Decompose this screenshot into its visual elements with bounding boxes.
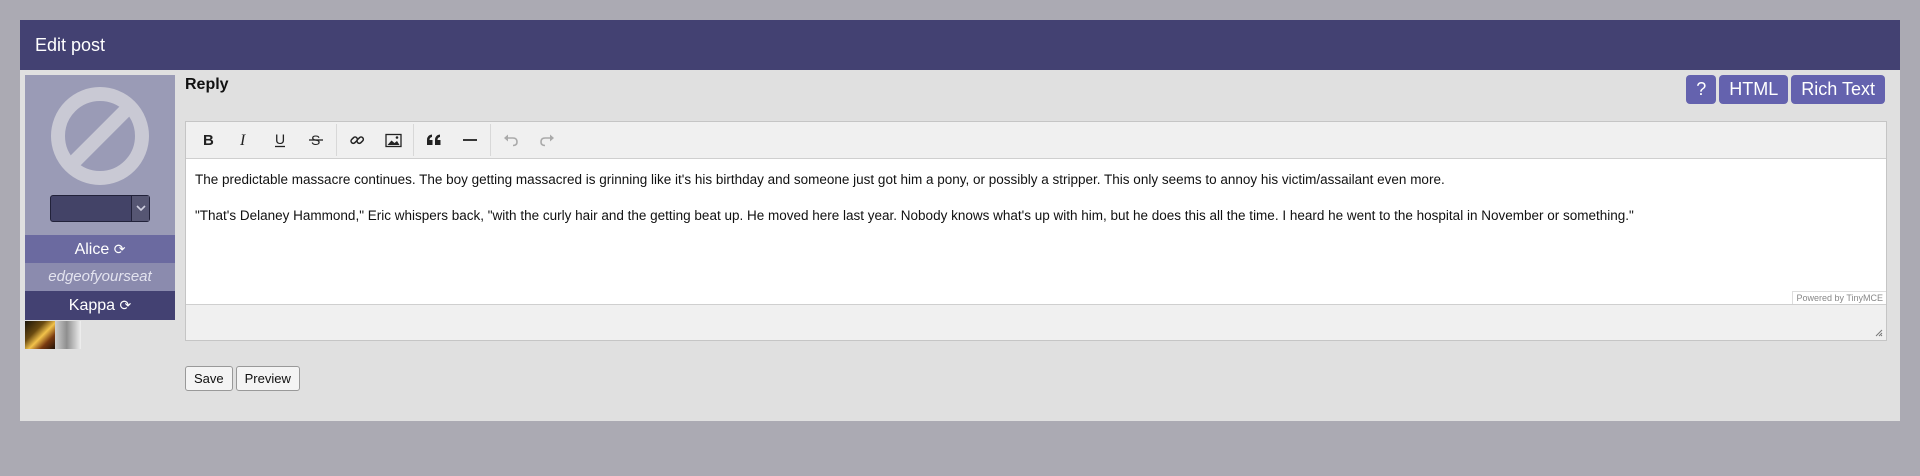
gallery-thumbnails	[25, 321, 175, 349]
group-row: Kappa ⟳	[25, 291, 175, 320]
editor-paragraph: The predictable massacre continues. The …	[195, 172, 1445, 187]
help-button[interactable]: ?	[1686, 75, 1717, 104]
redo-button[interactable]	[529, 123, 565, 157]
blockquote-button[interactable]	[416, 123, 452, 157]
underline-button[interactable]: U	[262, 123, 298, 157]
reply-editor-area: Reply ? HTML Rich Text B I U S The predi…	[185, 75, 1887, 391]
no-avatar-icon	[51, 87, 149, 185]
username[interactable]: edgeofyourseat	[25, 263, 175, 291]
panel-title: Edit post	[20, 20, 1900, 70]
gallery-thumbnail[interactable]	[55, 321, 81, 349]
preview-button[interactable]: Preview	[235, 366, 300, 391]
strikethrough-icon: S	[309, 132, 323, 148]
bold-icon: B	[203, 132, 214, 148]
group-name[interactable]: Kappa	[69, 297, 115, 314]
editor-content[interactable]: The predictable massacre continues. The …	[186, 159, 1886, 304]
editor-paragraph: "That's Delaney Hammond," Eric whispers …	[195, 208, 1634, 223]
toolbar-divider	[490, 124, 491, 156]
link-icon	[350, 136, 365, 145]
underline-icon: U	[275, 132, 285, 148]
italic-icon: I	[239, 132, 246, 148]
reply-heading: Reply	[185, 76, 229, 93]
horizontal-rule-button[interactable]	[452, 123, 488, 157]
editor-statusbar	[186, 304, 1886, 340]
save-button[interactable]: Save	[185, 366, 233, 391]
refresh-icon[interactable]: ⟳	[119, 291, 131, 320]
undo-button[interactable]	[493, 123, 529, 157]
resize-handle-icon[interactable]	[1875, 329, 1883, 337]
image-button[interactable]	[375, 123, 411, 157]
avatar	[25, 75, 175, 235]
character-select[interactable]	[50, 195, 150, 222]
undo-icon	[504, 134, 518, 147]
image-icon	[384, 133, 402, 147]
gallery-thumbnail[interactable]	[25, 321, 55, 349]
author-sidebar: Alice ⟳ edgeofyourseat Kappa ⟳	[25, 75, 175, 349]
character-name[interactable]: Alice	[75, 241, 110, 258]
toolbar-divider	[336, 124, 337, 156]
html-mode-button[interactable]: HTML	[1719, 75, 1789, 104]
toolbar-divider	[413, 124, 414, 156]
svg-text:U: U	[275, 132, 285, 147]
refresh-icon[interactable]: ⟳	[114, 235, 126, 263]
svg-text:B: B	[203, 132, 214, 148]
character-name-row: Alice ⟳	[25, 235, 175, 263]
quote-icon	[427, 134, 441, 145]
powered-by-label[interactable]: Powered by TinyMCE	[1792, 291, 1886, 304]
editor-mode-buttons: ? HTML Rich Text	[1686, 75, 1885, 104]
editor-toolbar: B I U S	[186, 122, 1886, 159]
italic-button[interactable]: I	[226, 123, 262, 157]
chevron-down-icon	[131, 196, 149, 221]
redo-icon	[540, 134, 554, 147]
bold-button[interactable]: B	[190, 123, 226, 157]
rich-text-mode-button[interactable]: Rich Text	[1791, 75, 1885, 104]
link-button[interactable]	[339, 123, 375, 157]
horizontal-rule-icon	[463, 139, 477, 141]
strikethrough-button[interactable]: S	[298, 123, 334, 157]
form-actions: Save Preview	[185, 366, 300, 391]
svg-text:I: I	[239, 132, 246, 148]
rich-text-editor: B I U S The predictable massacre continu…	[185, 121, 1887, 341]
edit-post-panel: Edit post Alice ⟳ edgeofyourseat Kappa ⟳	[20, 20, 1900, 421]
